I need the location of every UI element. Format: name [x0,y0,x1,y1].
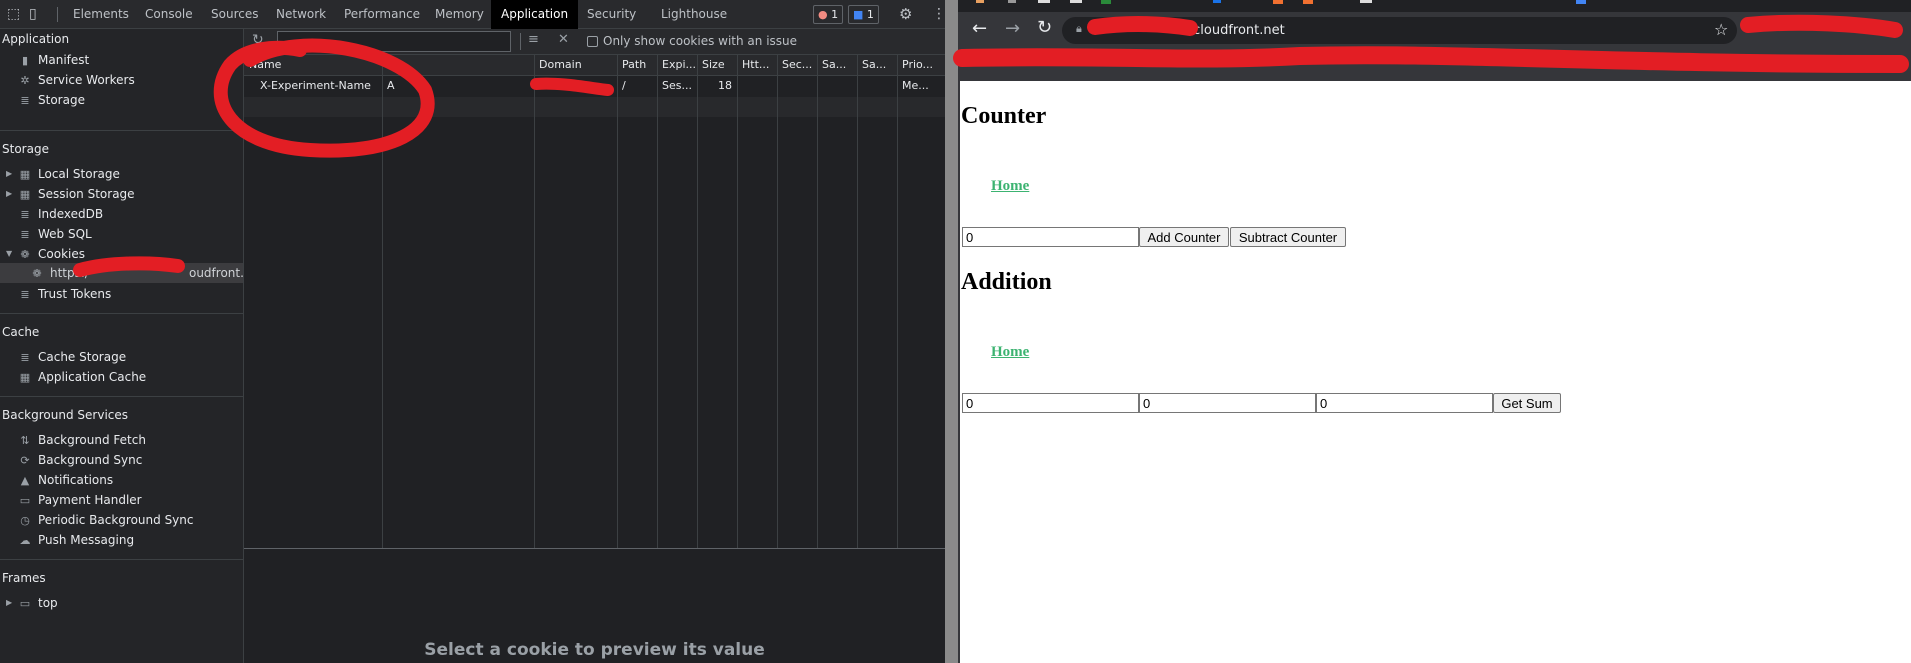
redaction-domain [530,77,614,96]
red-annotation-overlay [73,14,1909,277]
redaction-extensions [1740,14,1903,38]
redaction-cookie-origin [73,256,185,277]
redaction-bookmarks [953,46,1909,73]
annotation-circle [213,38,435,158]
redaction-url [1087,16,1198,36]
